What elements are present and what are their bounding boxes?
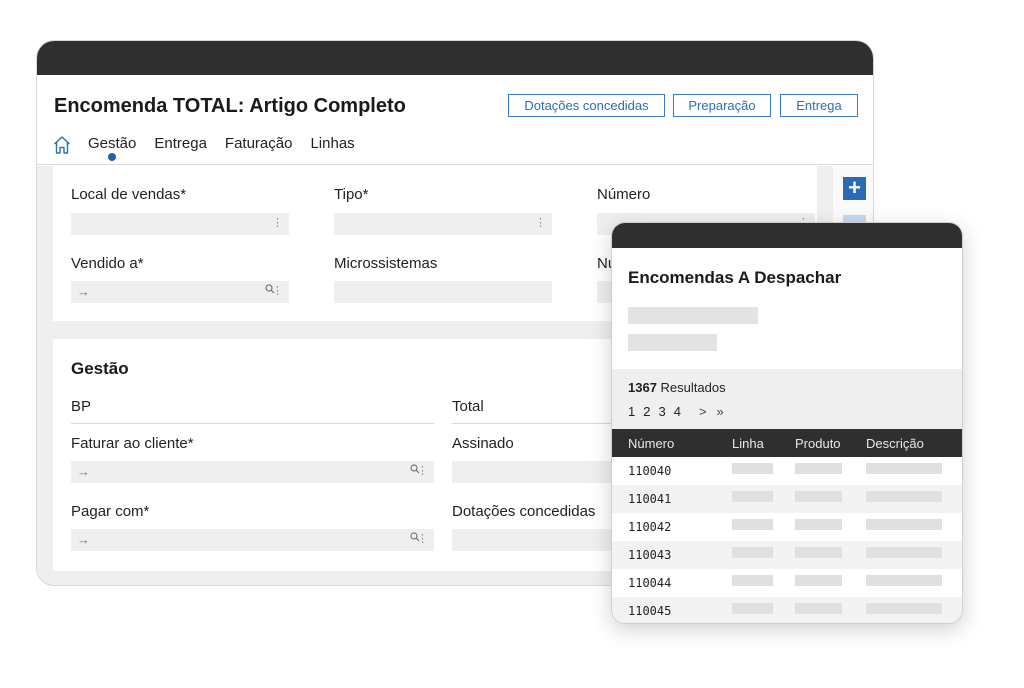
window-titlebar [37, 41, 873, 75]
cell-placeholder [866, 603, 942, 614]
microsystems-input[interactable] [334, 281, 552, 303]
filter-placeholder[interactable] [628, 307, 758, 324]
column-header-product[interactable]: Produto [795, 436, 841, 451]
cell-placeholder [795, 603, 842, 614]
sales-site-input[interactable]: ⋮ [71, 213, 289, 235]
cell-placeholder [866, 463, 942, 474]
home-icon[interactable] [53, 135, 71, 155]
cell-placeholder [795, 547, 842, 558]
double-chevron-right-icon[interactable]: » [717, 404, 724, 419]
table-row[interactable]: 110042 [612, 513, 962, 541]
bill-to-input[interactable]: → ⋮ [71, 461, 434, 483]
chevron-right-icon[interactable]: > [699, 404, 707, 419]
table-row[interactable]: 110043 [612, 541, 962, 569]
more-icon[interactable]: ⋮ [535, 216, 546, 229]
section-title: Gestão [71, 359, 129, 378]
popup-title: Encomendas A Despachar [628, 268, 842, 287]
tab-entrega[interactable]: Entrega [154, 133, 207, 159]
field-label-bp: BP [71, 398, 92, 415]
cell-placeholder [866, 575, 942, 586]
cell-placeholder [732, 575, 773, 586]
field-label-pay-with: Pagar com* [71, 503, 150, 520]
field-label-microsystems: Microssistemas [334, 255, 438, 272]
row-number: 110041 [628, 492, 672, 506]
field-label-bill-to: Faturar ao cliente* [71, 435, 194, 452]
tab-gestao[interactable]: Gestão [88, 133, 136, 161]
field-label-sales-site: Local de vendas* [71, 186, 187, 203]
more-icon[interactable]: ⋮ [272, 216, 283, 229]
results-bar: 1367 Resultados 1 2 3 4 > » [612, 369, 962, 429]
pay-with-input[interactable]: → ⋮ [71, 529, 434, 551]
more-icon[interactable]: ⋮ [272, 284, 283, 297]
field-label-signed: Assinado [452, 435, 514, 452]
allocations-button[interactable]: Dotações concedidas [508, 94, 665, 117]
field-label-number: Número [597, 186, 651, 203]
field-label-allocations: Dotações concedidas [452, 503, 596, 520]
row-number: 110042 [628, 520, 672, 534]
cell-placeholder [866, 519, 942, 530]
page-4[interactable]: 4 [674, 404, 681, 419]
pagination: 1 2 3 4 > » [628, 404, 734, 419]
table-row[interactable]: 110045 [612, 597, 962, 623]
row-number: 110045 [628, 604, 672, 618]
popup-titlebar [612, 223, 962, 248]
dispatch-orders-window: Encomendas A Despachar 1367 Resultados 1… [611, 222, 963, 624]
table-row[interactable]: 110044 [612, 569, 962, 597]
cell-placeholder [732, 547, 773, 558]
cell-placeholder [795, 519, 842, 530]
field-label-sold-to: Vendido a* [71, 255, 144, 272]
cell-placeholder [732, 519, 773, 530]
column-header-number[interactable]: Número [628, 436, 674, 451]
delivery-button[interactable]: Entrega [780, 94, 858, 117]
add-button[interactable]: + [843, 177, 866, 200]
cell-placeholder [795, 491, 842, 502]
order-header: Encomenda TOTAL: Artigo Completo Dotaçõe… [37, 75, 873, 165]
cell-placeholder [795, 575, 842, 586]
type-input[interactable]: ⋮ [334, 213, 552, 235]
preparation-button[interactable]: Preparação [673, 94, 771, 117]
table-header: Número Linha Produto Descrição [612, 429, 962, 457]
tab-faturacao[interactable]: Faturação [225, 133, 293, 159]
filter-placeholder[interactable] [628, 334, 717, 351]
cell-placeholder [732, 491, 773, 502]
cell-placeholder [866, 491, 942, 502]
sold-to-input[interactable]: → ⋮ [71, 281, 289, 303]
page-1[interactable]: 1 [628, 404, 635, 419]
row-number: 110040 [628, 464, 672, 478]
page-title: Encomenda TOTAL: Artigo Completo [54, 95, 406, 117]
row-number: 110043 [628, 548, 672, 562]
more-icon[interactable]: ⋮ [417, 464, 428, 477]
tab-linhas[interactable]: Linhas [310, 133, 354, 159]
column-header-description[interactable]: Descrição [866, 436, 924, 451]
arrow-right-icon[interactable]: → [77, 284, 90, 299]
more-icon[interactable]: ⋮ [417, 532, 428, 545]
table-row[interactable]: 110041 [612, 485, 962, 513]
arrow-right-icon[interactable]: → [77, 532, 90, 547]
cell-placeholder [732, 463, 773, 474]
column-header-line[interactable]: Linha [732, 436, 764, 451]
results-count: 1367 Resultados [628, 380, 726, 395]
tab-bar: Gestão Entrega Faturação Linhas [53, 133, 373, 165]
cell-placeholder [795, 463, 842, 474]
field-label-type: Tipo* [334, 186, 369, 203]
page-3[interactable]: 3 [658, 404, 665, 419]
table-row[interactable]: 110040 [612, 457, 962, 485]
arrow-right-icon[interactable]: → [77, 464, 90, 479]
page-2[interactable]: 2 [643, 404, 650, 419]
field-label-total: Total [452, 398, 484, 415]
row-number: 110044 [628, 576, 672, 590]
cell-placeholder [866, 547, 942, 558]
cell-placeholder [732, 603, 773, 614]
bp-divider [71, 423, 434, 424]
